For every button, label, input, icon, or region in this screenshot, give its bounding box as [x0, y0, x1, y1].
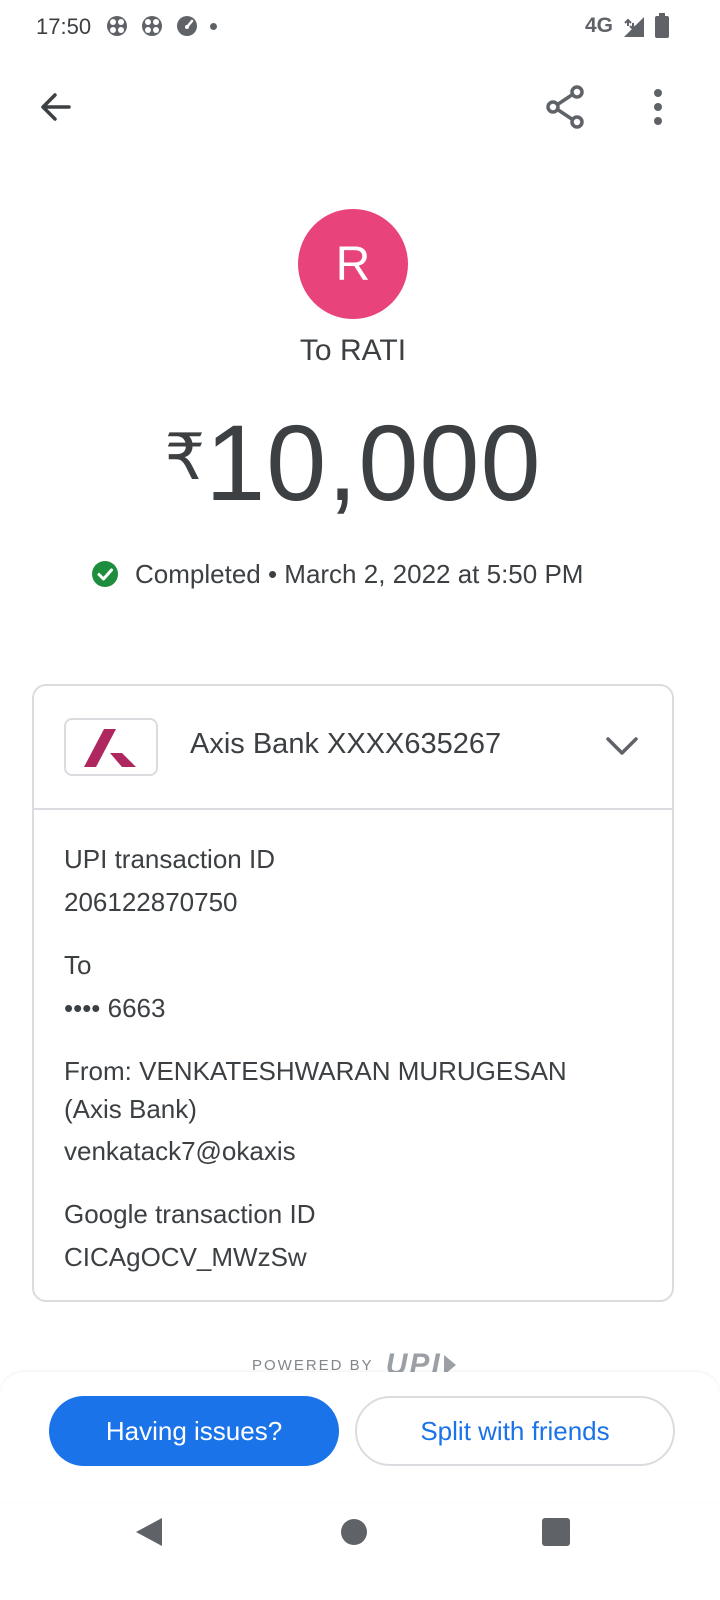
nav-home-icon: [341, 1519, 367, 1545]
check-circle-icon: [92, 561, 118, 587]
from-bank-label: (Axis Bank): [64, 1094, 197, 1124]
to-label: To: [64, 950, 92, 980]
nav-back-button[interactable]: [125, 1508, 173, 1556]
amount-value: 10,000: [205, 402, 542, 523]
battery-icon: [654, 13, 670, 44]
signal-icon: [622, 16, 646, 43]
bank-account-name: Axis Bank XXXX635267: [190, 728, 502, 760]
google-transaction-id-label: Google transaction ID: [64, 1199, 316, 1229]
share-icon: [546, 85, 584, 129]
transaction-status: Completed • March 2, 2022 at 5:50 PM: [91, 558, 583, 590]
currency-symbol: ₹: [164, 421, 206, 493]
bank-account-row[interactable]: Axis Bank XXXX635267: [34, 686, 672, 810]
transaction-details-card: Axis Bank XXXX635267 UPI transaction ID …: [32, 684, 674, 1302]
axis-bank-logo-icon: [64, 718, 158, 776]
nav-recents-button[interactable]: [532, 1508, 580, 1556]
chevron-down-icon: [606, 737, 638, 755]
notification-dot-icon: [210, 23, 217, 30]
speedometer-icon: [176, 15, 198, 37]
split-with-friends-button[interactable]: Split with friends: [355, 1396, 675, 1466]
nav-recents-icon: [542, 1518, 570, 1546]
nav-home-button[interactable]: [330, 1508, 378, 1556]
status-time: 17:50: [36, 14, 92, 39]
network-type: 4G: [585, 14, 614, 37]
arrow-left-icon: [41, 93, 71, 121]
to-account-value: •••• 6663: [64, 993, 166, 1023]
upi-transaction-id-label: UPI transaction ID: [64, 844, 275, 874]
nav-back-icon: [136, 1518, 162, 1546]
google-transaction-id-value: CICAgOCV_MWzSw: [64, 1242, 307, 1272]
payment-details-screen: 17:50 4G R To RATI ₹10,000 Completed • M…: [0, 0, 720, 1600]
more-vert-icon: [654, 89, 662, 125]
fan-icon: [141, 15, 163, 37]
powered-by-label: POWERED BY: [252, 1356, 374, 1374]
expand-button[interactable]: [600, 724, 644, 768]
fan-icon: [106, 15, 128, 37]
upi-transaction-id-value: 206122870750: [64, 887, 238, 917]
from-label: From: VENKATESHWARAN MURUGESAN: [64, 1056, 567, 1086]
share-button[interactable]: [541, 83, 589, 131]
having-issues-button[interactable]: Having issues?: [49, 1396, 339, 1466]
back-button[interactable]: [31, 83, 79, 131]
avatar: R: [298, 209, 408, 319]
recipient-label: To RATI: [299, 334, 407, 367]
status-bar: 17:50 4G: [0, 0, 720, 52]
payment-amount: ₹10,000: [0, 400, 706, 525]
from-upi-id-value: venkatack7@okaxis: [64, 1136, 296, 1166]
status-text: Completed • March 2, 2022 at 5:50 PM: [135, 558, 584, 589]
more-options-button[interactable]: [634, 83, 682, 131]
